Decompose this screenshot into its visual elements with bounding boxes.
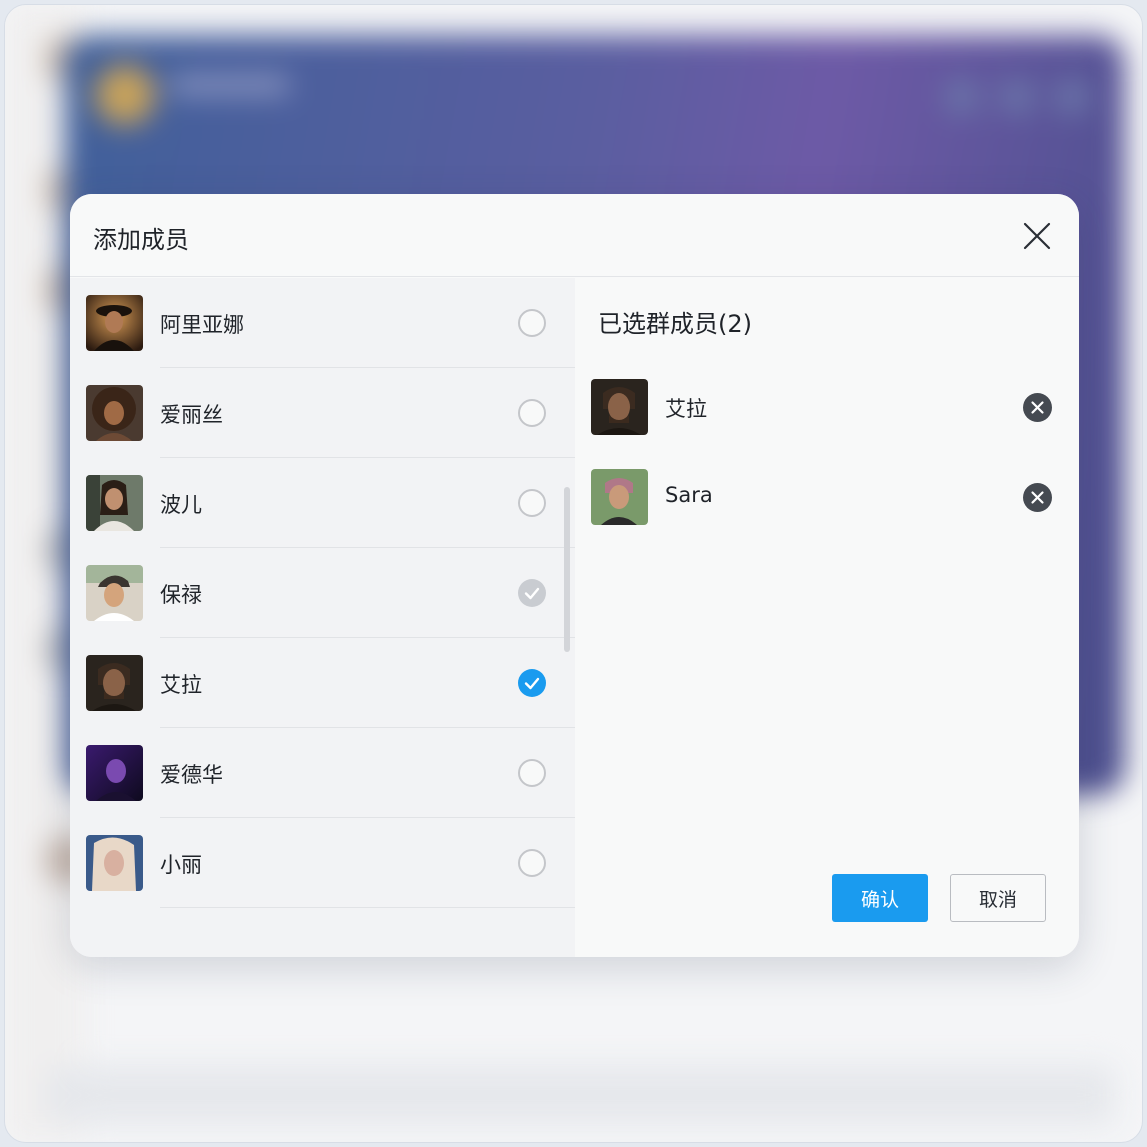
check-icon[interactable] — [518, 669, 546, 697]
contact-name: 波儿 — [160, 493, 202, 517]
avatar — [86, 295, 143, 351]
avatar — [86, 385, 143, 441]
select-radio[interactable] — [518, 849, 546, 877]
contact-list[interactable]: 阿里亚娜 爱丽丝 波儿 保禄 艾拉 爱德华 小丽 — [70, 278, 575, 957]
select-radio[interactable] — [518, 489, 546, 517]
contact-item[interactable]: 爱德华 — [70, 728, 575, 818]
contact-item[interactable]: 波儿 — [70, 458, 575, 548]
background-icon — [945, 80, 979, 114]
select-radio[interactable] — [518, 759, 546, 787]
dialog-title: 添加成员 — [93, 226, 189, 254]
contact-name: 小丽 — [160, 853, 202, 877]
cancel-button[interactable]: 取消 — [950, 874, 1046, 922]
selected-member-name: Sara — [665, 483, 713, 507]
close-icon[interactable] — [1019, 218, 1055, 254]
background-group-avatar — [95, 65, 155, 125]
remove-icon[interactable] — [1023, 393, 1052, 422]
contact-item[interactable]: 爱丽丝 — [70, 368, 575, 458]
avatar — [86, 655, 143, 711]
dialog-header: 添加成员 — [70, 194, 1079, 277]
contact-name: 阿里亚娜 — [160, 313, 244, 337]
scrollbar[interactable] — [564, 487, 570, 652]
divider — [160, 907, 575, 908]
selected-member-item: 艾拉 — [575, 362, 1079, 452]
avatar — [86, 835, 143, 891]
select-radio[interactable] — [518, 399, 546, 427]
background-title — [170, 75, 290, 95]
contact-item[interactable]: 阿里亚娜 — [70, 278, 575, 368]
avatar — [591, 469, 648, 525]
contact-name: 保禄 — [160, 583, 202, 607]
contact-name: 爱德华 — [160, 763, 223, 787]
avatar — [86, 565, 143, 621]
check-icon-disabled — [518, 579, 546, 607]
background-icon — [1055, 80, 1089, 114]
selected-member-item: Sara — [575, 452, 1079, 542]
remove-icon[interactable] — [1023, 483, 1052, 512]
add-member-dialog: 添加成员 阿里亚娜 爱丽丝 波儿 保禄 艾拉 爱德华 小丽 已选群成员(2) 艾… — [70, 194, 1079, 957]
avatar — [591, 379, 648, 435]
background-icon — [1000, 80, 1034, 114]
contact-item[interactable]: 保禄 — [70, 548, 575, 638]
contact-item[interactable]: 小丽 — [70, 818, 575, 908]
confirm-button[interactable]: 确认 — [832, 874, 928, 922]
selected-members-title: 已选群成员(2) — [598, 310, 752, 338]
contact-name: 爱丽丝 — [160, 403, 223, 427]
contact-item[interactable]: 艾拉 — [70, 638, 575, 728]
avatar — [86, 475, 143, 531]
select-radio[interactable] — [518, 309, 546, 337]
selected-members-panel: 已选群成员(2) 艾拉 Sara — [575, 278, 1079, 957]
avatar — [86, 745, 143, 801]
contact-name: 艾拉 — [160, 673, 202, 697]
selected-member-name: 艾拉 — [665, 397, 707, 421]
background-input-bar — [45, 1065, 1115, 1125]
